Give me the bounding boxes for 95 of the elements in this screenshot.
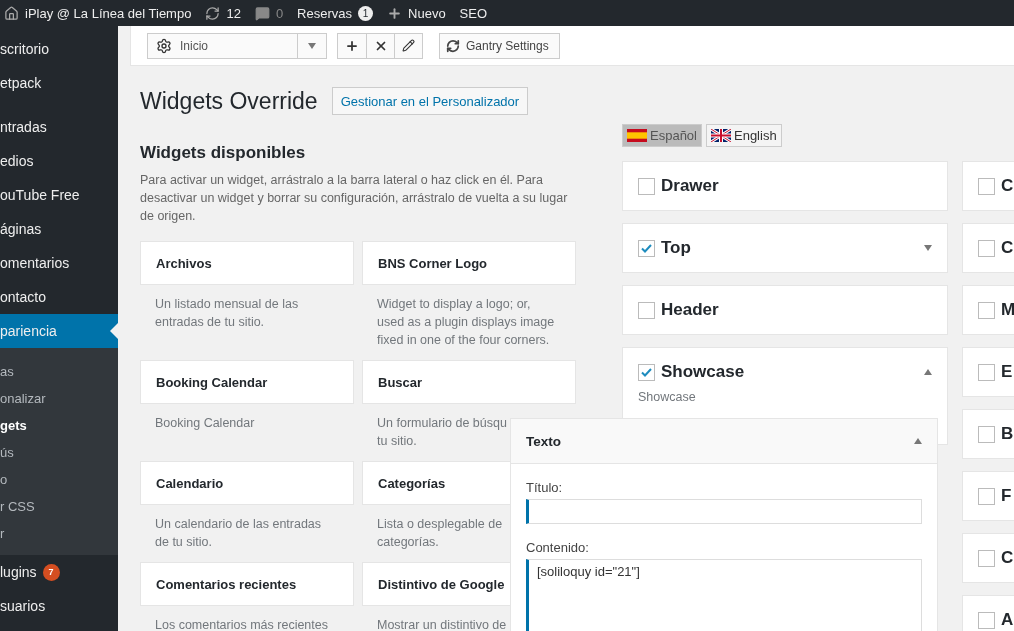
toggle-icon[interactable] <box>924 245 932 251</box>
toggle-icon[interactable] <box>924 369 932 375</box>
widget-card[interactable]: Comentarios recientes <box>140 562 354 606</box>
checkbox[interactable] <box>638 301 655 319</box>
checkbox[interactable] <box>978 425 995 443</box>
page-select[interactable]: Inicio <box>147 32 327 59</box>
check-icon <box>641 243 652 253</box>
checkbox[interactable] <box>638 177 655 195</box>
panel-title: Header <box>661 300 720 320</box>
widget-card[interactable]: BNS Corner Logo <box>362 241 576 285</box>
panel-description: Showcase <box>638 390 696 404</box>
page-title: Widgets Override <box>140 87 318 115</box>
submenu-item[interactable]: onalizar <box>0 385 118 412</box>
menu-item[interactable]: ntradas <box>0 110 118 144</box>
menu-item[interactable]: scritorio <box>0 32 118 66</box>
widget-description: Los comentarios más recientes <box>155 617 328 631</box>
refresh-icon <box>446 38 460 53</box>
menu-item[interactable]: ontacto <box>0 280 118 314</box>
pointer-icon <box>110 323 118 339</box>
widget-card[interactable]: Calendario <box>140 461 354 505</box>
panel-title: C <box>1001 548 1014 568</box>
menu-item[interactable]: áginas <box>0 212 118 246</box>
checkbox[interactable] <box>978 177 995 195</box>
plus-icon <box>387 5 403 21</box>
panel-title: Drawer <box>661 176 720 196</box>
caret-icon <box>308 42 316 49</box>
title-field[interactable] <box>526 499 922 524</box>
updates-link[interactable]: 12 <box>205 5 241 21</box>
content-field[interactable]: [soliloquy id="21"] <box>526 559 922 631</box>
language-button[interactable]: Español <box>622 124 702 147</box>
toggle-icon[interactable] <box>914 438 922 444</box>
language-button[interactable]: English <box>706 124 782 147</box>
panel-title: F <box>1001 486 1012 506</box>
widget-description: Mostrar un distintivo de <box>377 617 507 631</box>
pencil-icon <box>402 39 415 52</box>
panel-title: B <box>1001 424 1014 444</box>
menu-item[interactable]: pariencia <box>0 314 118 348</box>
settings-button[interactable]: Gantry Settings <box>439 32 560 59</box>
submenu-item[interactable]: o <box>0 466 118 493</box>
flag-icon <box>627 129 647 142</box>
menu-item[interactable]: etpack <box>0 66 118 100</box>
flag-icon <box>711 129 731 142</box>
panel-title: C <box>1001 176 1014 196</box>
panel-title: Showcase <box>661 362 746 382</box>
field-label: Título: <box>526 480 564 495</box>
panel-title: A <box>1001 610 1014 630</box>
widget-description: Un formulario de búsqu tu sitio. <box>377 415 507 450</box>
section-description: Para activar un widget, arrástralo a la barra lateral o haz click en él. Para desactivar un widget y borrar su configuración, arrástralo de vuelta a su lugar de origen. <box>140 172 569 225</box>
widget-description: Widget to display a logo; or, used as a plugin displays image fixed in one of the four corners. <box>377 296 555 349</box>
checkbox[interactable] <box>978 239 995 257</box>
field-label: Contenido: <box>526 540 590 555</box>
plus-icon <box>345 38 359 53</box>
widget-description: Un listado mensual de las entradas de tu sitio. <box>155 296 299 331</box>
submenu-item[interactable]: gets <box>0 412 118 439</box>
bookings-link[interactable]: Reservas <box>297 5 353 21</box>
widget-description: Lista o desplegable de categorías. <box>377 516 503 551</box>
refresh-icon <box>205 5 221 21</box>
checkbox[interactable] <box>978 487 995 505</box>
menu-item[interactable]: omentarios <box>0 246 118 280</box>
checkbox[interactable] <box>978 363 995 381</box>
panel-title: M <box>1001 300 1014 320</box>
checkbox[interactable] <box>978 611 995 629</box>
gear-icon <box>156 37 172 54</box>
count-badge: 1 <box>358 5 374 21</box>
menu-item[interactable]: lugins 7 <box>0 555 118 589</box>
menu-item[interactable]: ouTube Free <box>0 178 118 212</box>
submenu-item[interactable]: ús <box>0 439 118 466</box>
site-link[interactable]: iPlay @ La Línea del Tiempo <box>4 5 192 21</box>
seo-link[interactable]: SEO <box>459 5 488 21</box>
menu-item[interactable]: edios <box>0 144 118 178</box>
submenu-item[interactable]: r CSS <box>0 493 118 520</box>
checkbox[interactable] <box>638 239 655 257</box>
widget-card[interactable]: Archivos <box>140 241 354 285</box>
comments-link[interactable]: 0 <box>254 5 284 21</box>
comment-icon <box>254 5 270 21</box>
panel-title: E <box>1001 362 1013 382</box>
widget-card[interactable]: Buscar <box>362 360 576 404</box>
submenu-item[interactable]: as <box>0 358 118 385</box>
home-icon <box>4 5 19 21</box>
section-heading: Widgets disponibles <box>140 143 307 163</box>
submenu-item[interactable]: r <box>0 520 118 547</box>
widget-card[interactable]: Booking Calendar <box>140 360 354 404</box>
panel-title: C <box>1001 238 1014 258</box>
panel-title: Top <box>661 238 692 258</box>
check-icon <box>641 367 652 377</box>
manage-button[interactable]: Gestionar en el Personalizador <box>331 87 529 115</box>
new-link[interactable]: Nuevo <box>387 5 446 21</box>
count-badge: 7 <box>42 563 60 581</box>
checkbox[interactable] <box>978 301 995 319</box>
widget-description: Un calendario de las entradas de tu sitio. <box>155 516 322 551</box>
checkbox[interactable] <box>638 363 655 381</box>
editor-title: Texto <box>526 433 562 449</box>
checkbox[interactable] <box>978 549 995 567</box>
widget-description: Booking Calendar <box>155 415 255 432</box>
menu-item[interactable]: suarios <box>0 589 118 623</box>
